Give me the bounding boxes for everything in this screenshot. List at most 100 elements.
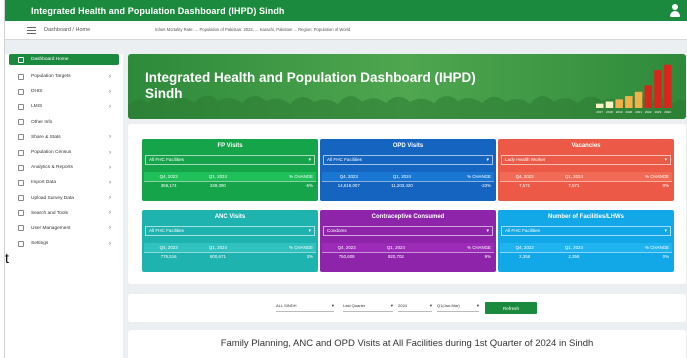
chevron-down-icon: ▾ xyxy=(390,303,393,308)
chevron-down-icon: ▾ xyxy=(429,303,432,308)
sidebar-item[interactable]: DHIS › xyxy=(5,84,123,99)
stray-character: t xyxy=(5,250,21,266)
mini-chart-tick-label: 2017 xyxy=(596,110,603,114)
card-title: ANC Visits xyxy=(214,214,246,220)
stat-value: 2,358 xyxy=(519,254,531,260)
mini-chart-tick-label: 2022 xyxy=(645,110,652,114)
sidebar-item[interactable]: Dashboard Home xyxy=(9,54,119,65)
banner-title: Integrated Health and Population Dashboa… xyxy=(145,70,476,101)
sidebar-item[interactable]: Import Data › xyxy=(5,175,123,190)
column-header: Q1, 2024 xyxy=(549,172,599,182)
stat-value: 7,571 xyxy=(519,183,531,189)
column-header: % CHANGE xyxy=(420,243,494,253)
card-filter-select[interactable]: All FHC Facilities ▾ xyxy=(145,226,315,236)
sidebar-item[interactable]: User Management › xyxy=(5,221,123,236)
sidebar-item-label: Settings xyxy=(31,241,49,247)
card-filter-select[interactable]: All FHC Facilities ▾ xyxy=(145,155,315,165)
stat-value: 750,608 xyxy=(338,254,355,260)
quarter-select[interactable]: Q1(Jan-Mar) ▾ xyxy=(437,303,479,312)
column-header: Q4, 2023 xyxy=(500,172,550,182)
kpi-card: Vacancies Lady Health Worker ▾ Q4, 2023 Q1, … xyxy=(498,139,674,201)
column-header: Q1, 2024 xyxy=(549,243,599,253)
sidebar-item-label: LMIS xyxy=(31,104,43,110)
refresh-button[interactable]: Refresh xyxy=(485,302,537,314)
stat-value: 0% xyxy=(662,254,669,260)
chevron-right-icon: › xyxy=(109,164,111,171)
kpi-card: OPD Visits All FHC Facilities ▾ Q4, 2023 Q1,… xyxy=(320,139,496,201)
home-icon xyxy=(18,56,24,63)
stat-value: 0% xyxy=(662,183,669,189)
card-filter-select[interactable]: All FHC Facilities ▾ xyxy=(323,155,493,165)
column-header: Q1, 2024 xyxy=(193,243,243,253)
card-filter-select[interactable]: Condoms ▾ xyxy=(323,226,493,236)
card-title: Vacancies xyxy=(571,143,601,149)
stat-value: -23% xyxy=(480,183,491,189)
card-stats-table: Q4, 2023 Q1, 2024% CHANGE 7,571 7,571 0% xyxy=(500,172,672,190)
column-header: % CHANGE xyxy=(598,243,672,253)
menu-toggle-icon[interactable] xyxy=(27,26,36,34)
sidebar-item-label: Search and Tools xyxy=(31,210,68,216)
chevron-right-icon: › xyxy=(109,88,111,95)
stat-value: 2,358 xyxy=(568,254,580,260)
sidebar-item-label: Share & Stats xyxy=(31,134,61,140)
breadcrumb-bar: Dashboard / Home Infant Mortality Rate: … xyxy=(5,21,687,40)
sidebar-item[interactable]: Other Info xyxy=(5,115,123,130)
column-header: Q1, 2024 xyxy=(375,172,429,182)
banner-mini-chart: 2017 2018 2019 2020 2021 2022 2023 2024 xyxy=(596,64,672,114)
column-header: Q1, 2024 xyxy=(193,172,243,182)
gear-icon xyxy=(18,88,24,95)
kpi-card: FP Visits All FHC Facilities ▾ Q4, 2023 Q1, … xyxy=(142,139,318,201)
users-icon xyxy=(18,225,24,232)
column-header: % CHANGE xyxy=(242,172,316,182)
chevron-down-icon: ▾ xyxy=(664,228,667,234)
sidebar-item[interactable]: LMIS › xyxy=(5,99,123,114)
sidebar-item[interactable]: Settings › xyxy=(5,236,123,251)
sidebar-item-label: Import Data xyxy=(31,180,57,186)
user-icon[interactable] xyxy=(669,4,681,17)
card-filter-select[interactable]: All FHC Facilities ▾ xyxy=(501,226,671,236)
gear-icon xyxy=(18,164,24,171)
sidebar-item-label: Population Targets xyxy=(31,74,71,80)
region-select[interactable]: ALL SINDH ▾ xyxy=(276,303,334,312)
breadcrumb[interactable]: Dashboard / Home xyxy=(44,27,90,33)
card-stats-table: Q4, 2023 Q1, 2024% CHANGE 775,516 800,671 3% xyxy=(144,243,316,261)
kpi-card: ANC Visits All FHC Facilities ▾ Q4, 2023 Q1,… xyxy=(142,210,318,272)
period-select[interactable]: Last Quarter ▾ xyxy=(343,303,393,312)
kpi-card: Contraceptive Consumed Condoms ▾ Q4, 2023 Q1… xyxy=(320,210,496,272)
news-ticker: Infant Mortality Rate: ... Population of… xyxy=(155,27,351,32)
sidebar-item[interactable]: Population Census › xyxy=(5,145,123,160)
card-filter-select[interactable]: Lady Health Worker ▾ xyxy=(501,155,671,165)
sidebar: Dashboard Home Population Targets › DHIS › LM… xyxy=(5,54,123,358)
stat-value: 820,702 xyxy=(387,254,404,260)
stat-value: -5% xyxy=(305,183,313,189)
column-header: Q4, 2023 xyxy=(500,243,550,253)
chevron-right-icon: › xyxy=(109,225,111,232)
sidebar-item[interactable]: Share & Stats › xyxy=(5,130,123,145)
sidebar-item[interactable]: Search and Tools › xyxy=(5,206,123,221)
card-title: Number of Facilities/LHWs xyxy=(547,214,624,220)
chevron-down-icon: ▾ xyxy=(486,157,489,163)
chevron-down-icon: ▾ xyxy=(664,157,667,163)
gear-icon xyxy=(18,149,24,156)
gear-icon xyxy=(18,240,24,247)
sidebar-item[interactable]: Analytics & Reports › xyxy=(5,160,123,175)
stat-value: 349,390 xyxy=(209,183,226,189)
mini-chart-tick-label: 2020 xyxy=(626,110,633,114)
mini-chart-bar xyxy=(634,91,643,108)
year-select[interactable]: 2024 ▾ xyxy=(398,303,432,312)
chevron-down-icon: ▾ xyxy=(476,303,479,308)
stat-value: 369,174 xyxy=(160,183,177,189)
app-title: Integrated Health and Population Dashboa… xyxy=(31,5,285,16)
sidebar-item[interactable]: Upload Survey Data › xyxy=(5,191,123,206)
chevron-right-icon: › xyxy=(109,210,111,217)
sidebar-item-label: Analytics & Reports xyxy=(31,165,73,171)
column-header: Q4, 2023 xyxy=(144,243,194,253)
sidebar-item[interactable]: Population Targets › xyxy=(5,69,123,84)
chevron-right-icon: › xyxy=(109,73,111,80)
sidebar-item-label: User Management xyxy=(31,225,71,231)
mini-chart-bar xyxy=(644,85,652,108)
kpi-cards-panel: FP Visits All FHC Facilities ▾ Q4, 2023 Q1, … xyxy=(128,124,686,284)
sidebar-item-label: Dashboard Home xyxy=(31,57,69,62)
mini-chart-tick-label: 2024 xyxy=(664,110,671,114)
chevron-down-icon: ▾ xyxy=(308,228,311,234)
